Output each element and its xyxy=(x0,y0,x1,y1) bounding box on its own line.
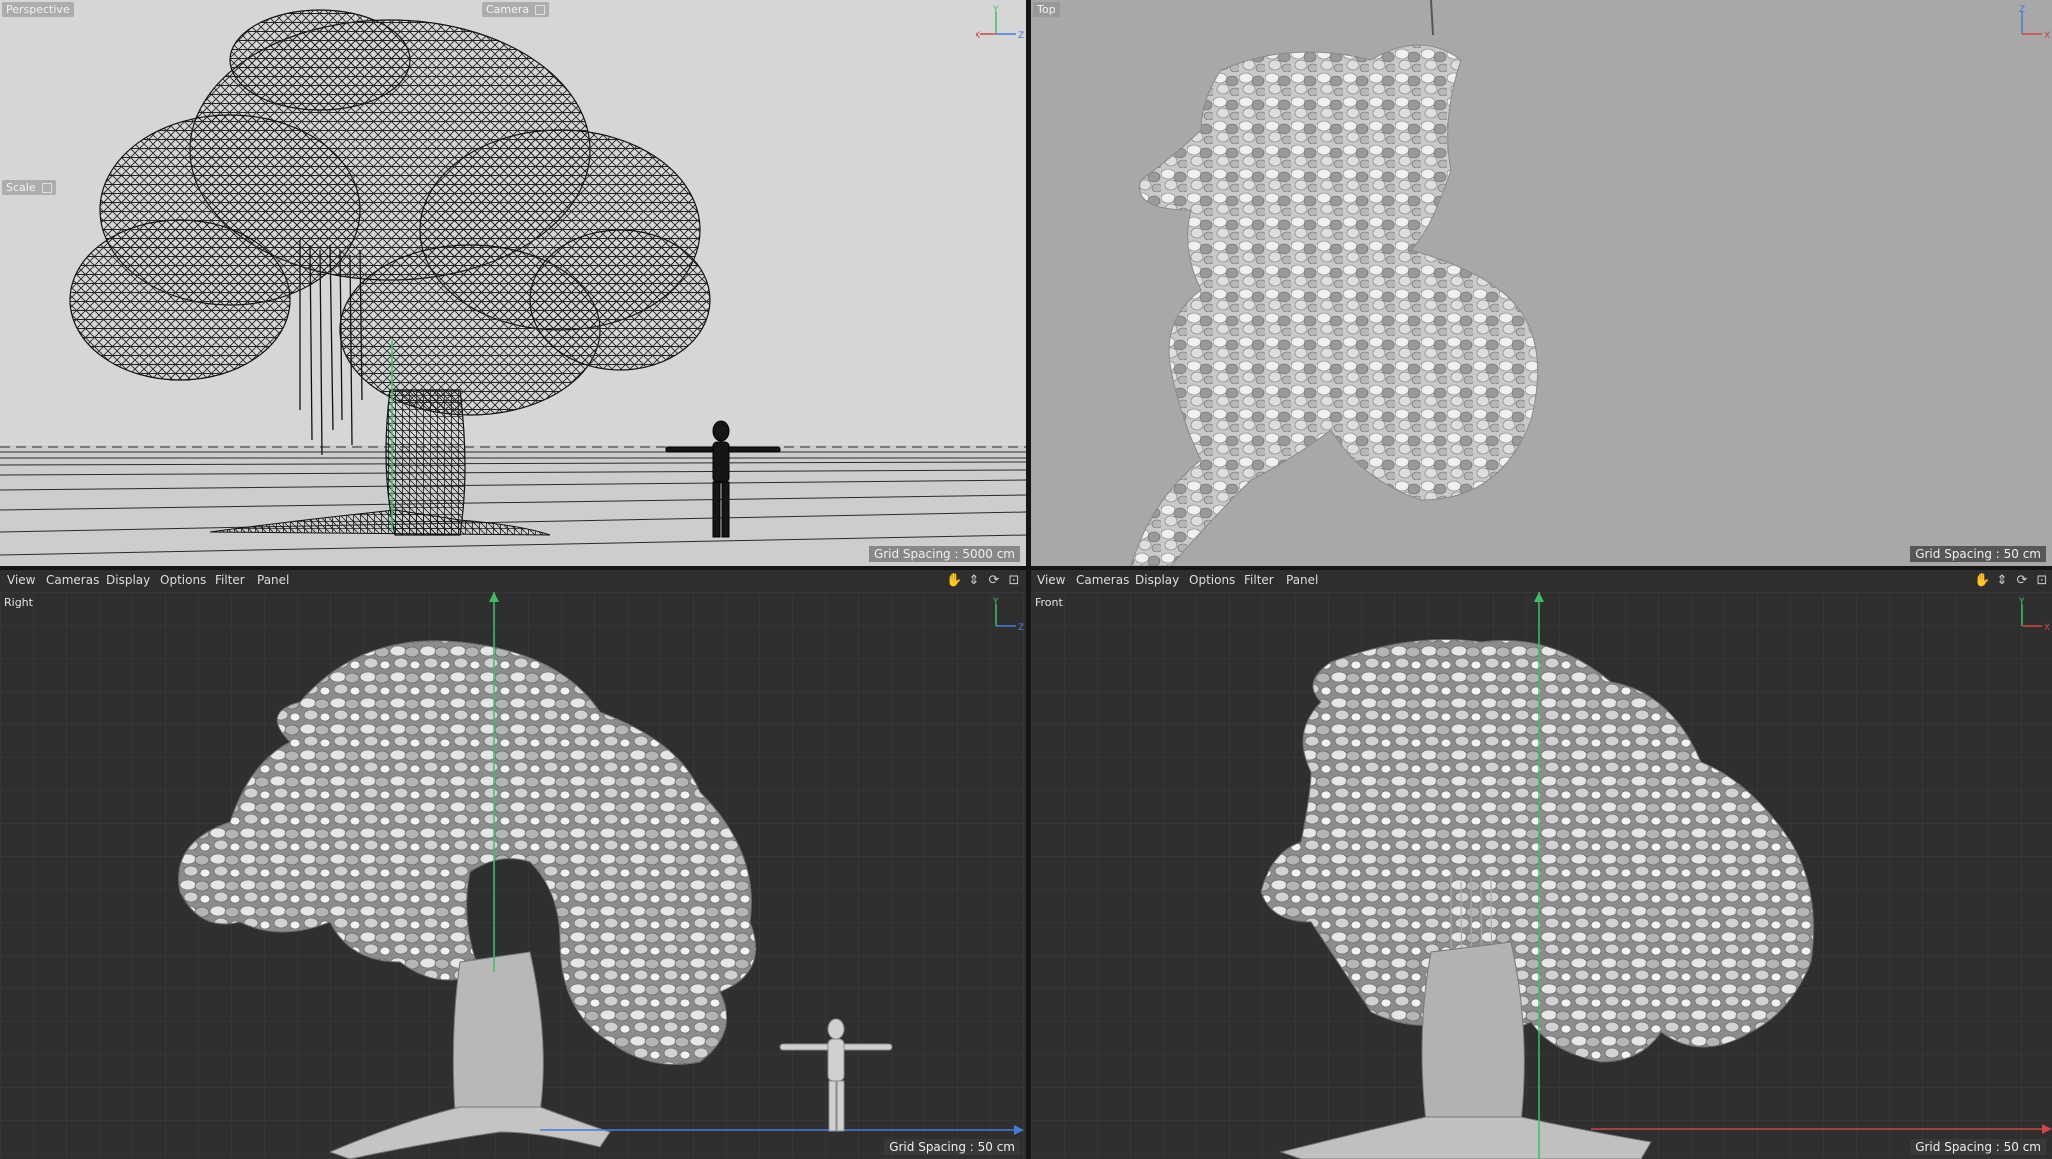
menu-filter[interactable]: Filter xyxy=(215,573,245,587)
viewport-menubar-right: View Cameras Display Options Filter Pane… xyxy=(0,569,1026,593)
dropdown-square-icon xyxy=(41,183,52,193)
camera-tag-label: Camera xyxy=(486,3,530,16)
viewport-label-perspective[interactable]: Perspective xyxy=(2,2,74,17)
move-arrow-icon[interactable]: ⇕ xyxy=(966,573,982,589)
menu-view[interactable]: View xyxy=(1037,573,1065,587)
viewport-name: Perspective xyxy=(6,3,70,16)
grid-spacing-readout: Grid Spacing : 50 cm xyxy=(1910,546,2046,562)
move-arrow-icon[interactable]: ⇕ xyxy=(1994,573,2010,589)
rotate-icon[interactable]: ⟳ xyxy=(986,573,1002,589)
viewport-label-top[interactable]: Top xyxy=(1033,2,1060,17)
viewport-top[interactable]: Top Z X Grid Spacing : 50 cm xyxy=(1031,0,2052,566)
right-view-scene xyxy=(0,592,1026,1159)
svg-text:X: X xyxy=(976,31,980,41)
pan-hand-icon[interactable]: ✋ xyxy=(946,573,962,589)
menu-view[interactable]: View xyxy=(7,573,35,587)
pan-hand-icon[interactable]: ✋ xyxy=(1974,573,1990,589)
svg-text:Y: Y xyxy=(2018,597,2025,607)
viewport-label-front[interactable]: Front xyxy=(1035,596,1063,610)
menu-cameras[interactable]: Cameras xyxy=(1076,573,1129,587)
perspective-wireframe-scene xyxy=(0,9,1026,566)
front-view-scene xyxy=(1031,592,2052,1159)
menu-options[interactable]: Options xyxy=(160,573,206,587)
grid-spacing-readout: Grid Spacing : 5000 cm xyxy=(868,546,1020,562)
svg-text:Z: Z xyxy=(1018,31,1024,41)
menu-display[interactable]: Display xyxy=(106,573,150,587)
top-view-scene xyxy=(1130,0,1539,566)
cinema4d-quad-view: Perspective Camera Scale Y Z X Grid Spac… xyxy=(0,0,2052,1159)
maximize-icon[interactable]: ⊡ xyxy=(2034,573,2050,589)
menu-display[interactable]: Display xyxy=(1135,573,1179,587)
viewport-menubar-front: View Cameras Display Options Filter Pane… xyxy=(1031,569,2052,593)
svg-text:Y: Y xyxy=(992,597,999,607)
axis-gizmo-icon: Y Z xyxy=(992,597,1024,633)
axis-gizmo-icon: Y Z X xyxy=(976,5,1024,41)
svg-text:X: X xyxy=(2044,623,2050,633)
scale-tag-label: Scale xyxy=(6,181,36,194)
rotate-icon[interactable]: ⟳ xyxy=(2014,573,2030,589)
camera-tag[interactable]: Camera xyxy=(482,2,550,17)
svg-text:Z: Z xyxy=(2019,5,2025,15)
maximize-icon[interactable]: ⊡ xyxy=(1006,573,1022,589)
axis-gizmo-icon: Y X xyxy=(2018,597,2050,633)
viewport-right[interactable]: Right Y Z Grid Spacing : 50 cm xyxy=(0,592,1026,1159)
menu-filter[interactable]: Filter xyxy=(1244,573,1274,587)
menu-panel[interactable]: Panel xyxy=(257,573,289,587)
menu-cameras[interactable]: Cameras xyxy=(46,573,99,587)
menu-panel[interactable]: Panel xyxy=(1286,573,1318,587)
svg-text:Y: Y xyxy=(992,5,999,15)
grid-spacing-readout: Grid Spacing : 50 cm xyxy=(884,1139,1020,1155)
scale-tag[interactable]: Scale xyxy=(2,180,56,195)
viewport-name: Top xyxy=(1037,3,1056,16)
svg-text:Z: Z xyxy=(1018,623,1024,633)
viewport-label-right[interactable]: Right xyxy=(4,596,33,610)
menu-options[interactable]: Options xyxy=(1189,573,1235,587)
viewport-front[interactable]: Front Y X Grid Spacing : 50 cm xyxy=(1031,592,2052,1159)
svg-text:X: X xyxy=(2044,31,2050,41)
axis-gizmo-icon: Z X xyxy=(2019,5,2050,41)
grid-spacing-readout: Grid Spacing : 50 cm xyxy=(1910,1139,2046,1155)
dropdown-square-icon xyxy=(535,5,546,15)
viewport-perspective[interactable]: Perspective Camera Scale Y Z X Grid Spac… xyxy=(0,0,1026,566)
